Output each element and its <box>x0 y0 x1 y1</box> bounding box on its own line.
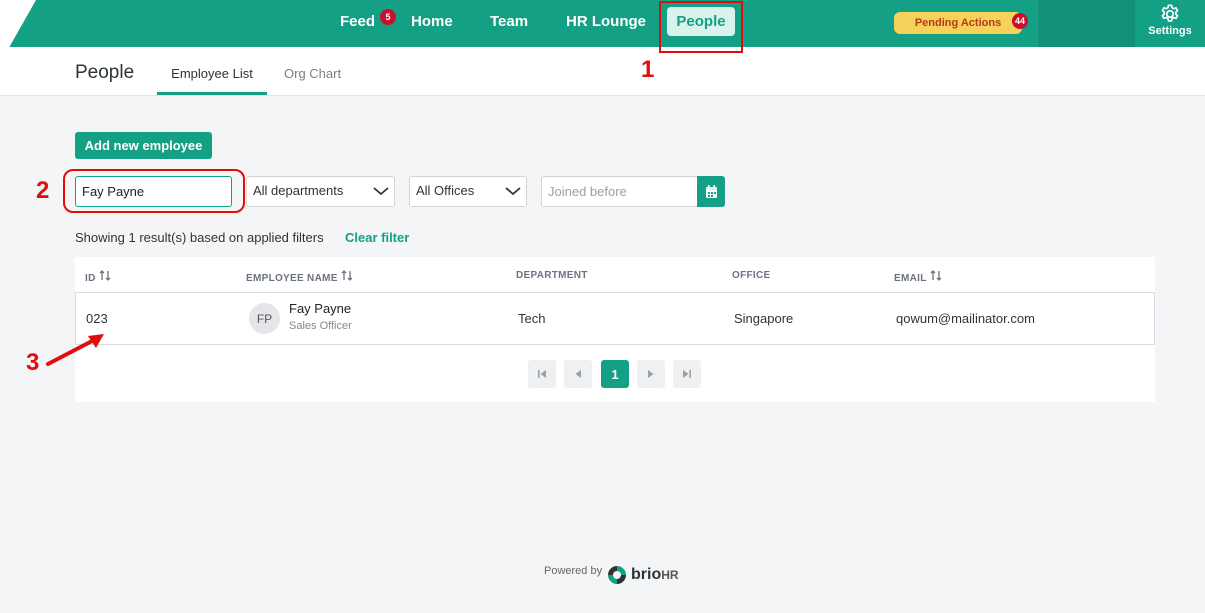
next-page-icon <box>648 370 654 378</box>
annotation-step-3: 3 <box>26 349 40 376</box>
nav-feed[interactable]: Feed <box>340 13 375 30</box>
user-menu[interactable] <box>1038 0 1135 47</box>
annotation-step-2: 2 <box>36 177 50 204</box>
pending-actions-button[interactable]: Pending Actions <box>894 12 1022 34</box>
joined-before-placeholder: Joined before <box>548 184 627 199</box>
tab-employee-list[interactable]: Employee List <box>157 47 267 95</box>
nav-hr-lounge[interactable]: HR Lounge <box>566 13 646 30</box>
column-header-id[interactable]: ID <box>85 270 111 284</box>
tab-org-chart[interactable]: Org Chart <box>284 66 341 81</box>
settings-label: Settings <box>1148 25 1192 37</box>
brand-logo: brioHR <box>606 564 679 586</box>
page-title: People <box>75 62 135 83</box>
sort-icon <box>930 270 941 281</box>
annotation-step-1: 1 <box>641 56 655 83</box>
office-select-value: All Offices <box>416 183 475 198</box>
brand-suffix: HR <box>661 568 679 582</box>
table-row[interactable]: 023 FP Fay Payne Sales Officer Tech Sing… <box>75 292 1155 345</box>
avatar: FP <box>249 303 280 334</box>
nav-team[interactable]: Team <box>490 13 528 30</box>
department-select-value: All departments <box>253 183 344 198</box>
column-header-email[interactable]: EMAIL <box>894 270 942 284</box>
sort-icon <box>341 270 353 281</box>
joined-before-input[interactable]: Joined before <box>541 176 697 207</box>
date-picker-button[interactable] <box>697 176 725 207</box>
feed-badge: 5 <box>380 9 396 25</box>
add-employee-button[interactable]: Add new employee <box>75 132 212 159</box>
previous-page-button[interactable] <box>564 360 592 388</box>
employee-role: Sales Officer <box>289 320 352 332</box>
chevron-down-icon <box>505 187 521 196</box>
department-select[interactable]: All departments <box>246 176 395 207</box>
employee-office: Singapore <box>734 311 794 326</box>
employee-table: ID EMPLOYEE NAME DEPARTMENT OFFICE EMAIL… <box>75 257 1155 402</box>
employee-email: qowum@mailinator.com <box>896 311 1035 326</box>
first-page-button[interactable] <box>528 360 556 388</box>
page-1-button[interactable]: 1 <box>601 360 629 388</box>
annotation-arrow-icon <box>46 334 104 366</box>
powered-by-text: Powered by <box>544 565 603 577</box>
column-header-office: OFFICE <box>732 270 771 281</box>
employee-department: Tech <box>518 311 546 326</box>
pending-actions-label: Pending Actions <box>914 17 1002 29</box>
column-header-employee-name[interactable]: EMPLOYEE NAME <box>246 270 353 284</box>
results-summary: Showing 1 result(s) based on applied fil… <box>75 230 324 245</box>
next-page-button[interactable] <box>637 360 665 388</box>
column-header-email-label: EMAIL <box>894 273 927 284</box>
nav-home[interactable]: Home <box>411 13 453 30</box>
first-page-icon <box>538 370 546 378</box>
sort-icon <box>99 270 111 281</box>
settings-button[interactable]: Settings <box>1135 0 1205 47</box>
page-header: People Employee List Org Chart <box>0 47 1205 96</box>
annotation-box-people <box>659 1 743 53</box>
briohr-logo-icon <box>608 566 626 584</box>
pending-actions-badge: 44 <box>1012 13 1028 29</box>
top-nav-bar: Feed 5 Home Team HR Lounge People Pendin… <box>0 0 1205 47</box>
employee-name[interactable]: Fay Payne <box>289 301 351 316</box>
employee-id: 023 <box>86 311 108 326</box>
previous-page-icon <box>575 370 581 378</box>
column-header-id-label: ID <box>85 273 96 284</box>
last-page-button[interactable] <box>673 360 701 388</box>
gear-icon <box>1161 4 1179 22</box>
column-header-department: DEPARTMENT <box>516 270 588 281</box>
calendar-icon <box>705 184 717 198</box>
last-page-icon <box>683 370 691 378</box>
clear-filter-link[interactable]: Clear filter <box>345 230 409 245</box>
office-select[interactable]: All Offices <box>409 176 527 207</box>
chevron-down-icon <box>373 187 389 196</box>
logo-area <box>0 0 36 47</box>
column-header-name-label: EMPLOYEE NAME <box>246 273 338 284</box>
brand-name: brio <box>631 566 662 583</box>
annotation-box-search <box>63 169 245 213</box>
